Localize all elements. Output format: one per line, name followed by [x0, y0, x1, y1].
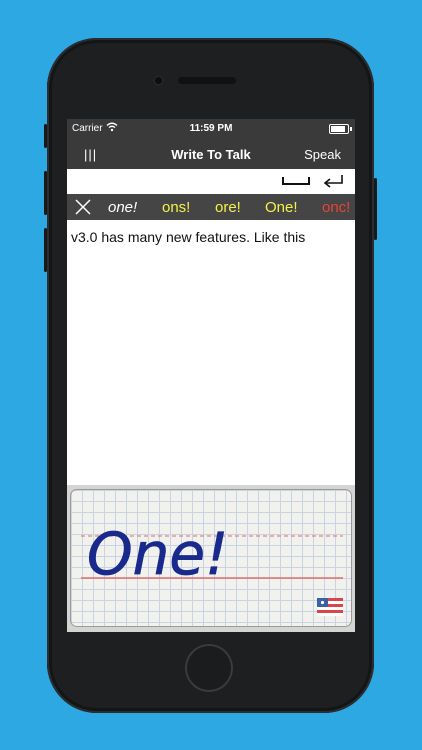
suggestion-item[interactable]: onc! [322, 199, 350, 216]
power-button [374, 178, 377, 240]
status-bar: Carrier 11:59 PM [67, 119, 355, 139]
app-screen: Carrier 11:59 PM ||| Write To Talk Speak… [67, 119, 355, 632]
text-content: v3.0 has many new features. Like this [71, 229, 306, 245]
earpiece-speaker [178, 77, 236, 84]
suggestion-item[interactable]: ons! [162, 199, 190, 216]
speak-button[interactable]: Speak [304, 147, 341, 162]
battery-icon [329, 124, 352, 134]
return-key-icon[interactable] [321, 172, 345, 190]
key-row [67, 169, 355, 194]
volume-up-button [44, 171, 47, 215]
handwriting-canvas[interactable]: One! [71, 490, 351, 626]
front-camera [153, 75, 164, 86]
home-button[interactable] [185, 644, 233, 692]
space-key-icon[interactable] [282, 177, 310, 185]
handwritten-ink: One! [87, 520, 228, 588]
suggestion-item[interactable]: ore! [215, 199, 241, 216]
clock: 11:59 PM [189, 123, 233, 134]
us-flag-icon[interactable] [317, 598, 343, 616]
handwriting-panel: One! [67, 485, 355, 632]
text-area[interactable]: v3.0 has many new features. Like this [67, 220, 355, 485]
suggestion-item[interactable]: one! [108, 199, 137, 216]
volume-down-button [44, 228, 47, 272]
suggestion-item[interactable]: One! [265, 199, 298, 216]
nav-bar: ||| Write To Talk Speak [67, 139, 355, 169]
close-icon[interactable] [75, 199, 91, 215]
mute-switch [44, 124, 47, 148]
handwriting-pad[interactable]: One! [70, 489, 352, 627]
suggestion-bar: one! ons! ore! One! onc! [67, 194, 355, 220]
